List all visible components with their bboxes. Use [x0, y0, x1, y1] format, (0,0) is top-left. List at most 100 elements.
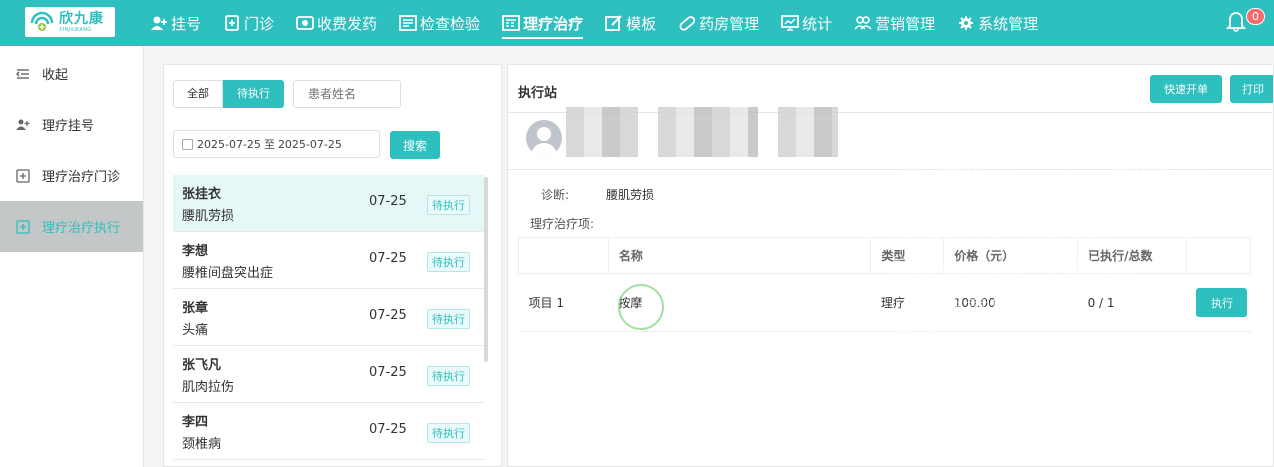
- nav-label: 理疗治疗: [523, 14, 584, 33]
- nav-item-pharmacy[interactable]: 药房管理: [678, 0, 759, 46]
- nav-item-physio[interactable]: 理疗治疗: [502, 0, 584, 46]
- patient-date: 07-25: [369, 365, 407, 380]
- patient-list: 张挂衣 腰肌劳损 07-25 待执行 李想 腰椎间盘突出症 07-25 待执行 …: [173, 175, 484, 465]
- main-nav: 挂号 门诊 收费发药 检查检验 理疗治疗 模板 药房管理 统计 营销管理 系统管…: [150, 0, 1060, 46]
- status-badge: 待执行: [427, 366, 470, 386]
- cell-price: 100.00: [943, 273, 1078, 332]
- cell-action: 执行: [1186, 273, 1251, 332]
- filter-all-button[interactable]: 全部: [173, 80, 223, 108]
- bell-icon[interactable]: [1226, 10, 1246, 32]
- edit-icon: [605, 15, 622, 31]
- status-badge: 待执行: [427, 423, 470, 443]
- diagnosis-label: 诊断:: [541, 188, 570, 202]
- cell-index: 项目 1: [518, 273, 609, 332]
- redacted-patient-info: [658, 107, 758, 157]
- redacted-patient-name: [566, 107, 638, 157]
- list-item[interactable]: 张飞凡 肌肉拉伤 07-25 待执行: [173, 346, 484, 403]
- nav-item-marketing[interactable]: 营销管理: [854, 0, 935, 46]
- list-item[interactable]: 张挂衣 腰肌劳损 07-25 待执行: [173, 175, 484, 232]
- nav-item-charge[interactable]: 收费发药: [296, 0, 377, 46]
- app-logo[interactable]: 欣九康 XINJIUKANG: [25, 7, 115, 37]
- nav-item-stats[interactable]: 统计: [781, 0, 832, 46]
- brand-name: 欣九康: [59, 10, 104, 27]
- status-badge: 待执行: [427, 309, 470, 329]
- patient-diagnosis: 腰椎间盘突出症: [182, 266, 274, 281]
- sidebar-item-collapse[interactable]: 收起: [0, 48, 143, 99]
- patient-diagnosis: 颈椎病: [182, 437, 222, 452]
- nav-item-template[interactable]: 模板: [605, 0, 656, 46]
- col-price: 价格（元）: [943, 237, 1079, 274]
- sidebar-item-physio-execute[interactable]: 理疗治疗执行: [0, 201, 143, 252]
- execute-button[interactable]: 执行: [1196, 288, 1248, 317]
- patient-date: 07-25: [369, 422, 407, 437]
- nav-label: 门诊: [244, 14, 275, 33]
- nav-item-outpatient[interactable]: 门诊: [223, 0, 274, 46]
- list-item[interactable]: 张章 头痛 07-25 待执行: [173, 289, 484, 346]
- report-icon: [399, 15, 417, 31]
- patient-name: 张挂衣: [182, 187, 222, 202]
- patient-name: 李想: [182, 244, 209, 259]
- col-index: [518, 237, 609, 274]
- patient-date: 07-25: [369, 308, 407, 323]
- date-range-picker[interactable]: 2025-07-25 至 2025-07-25: [173, 130, 380, 158]
- status-badge: 待执行: [427, 252, 470, 272]
- divider: [508, 169, 1273, 170]
- redacted-patient-extra: [778, 107, 838, 157]
- avatar: [526, 120, 562, 156]
- date-to: 2025-07-25: [277, 137, 342, 151]
- top-navbar: 欣九康 XINJIUKANG 挂号 门诊 收费发药 检查检验 理疗治疗 模板 药…: [0, 0, 1274, 46]
- add-user-icon: [151, 16, 167, 30]
- filter-pending-button[interactable]: 待执行: [223, 80, 284, 108]
- nav-item-exam[interactable]: 检查检验: [399, 0, 480, 46]
- print-button[interactable]: 打印: [1230, 75, 1273, 103]
- nav-label: 药房管理: [699, 14, 760, 33]
- list-item[interactable]: 李四 颈椎病 07-25 待执行: [173, 403, 484, 460]
- patient-list-panel: 全部 待执行 2025-07-25 至 2025-07-25 搜索 张挂衣 腰肌…: [163, 64, 502, 467]
- plus-doc-icon: [225, 15, 239, 31]
- cell-type: 理疗: [870, 273, 944, 332]
- sidebar-item-label: 理疗治疗执行: [42, 221, 121, 236]
- col-type: 类型: [870, 237, 945, 274]
- execution-panel: 执行站 快速开单 打印 诊断: 腰肌劳损 理疗治疗项: 名称 类型 价格（元） …: [507, 64, 1274, 467]
- nav-label: 营销管理: [875, 14, 936, 33]
- patient-date: 07-25: [369, 194, 407, 209]
- panel-title: 执行站: [518, 86, 558, 101]
- date-separator: 至: [263, 138, 275, 151]
- diagnosis-value: 腰肌劳损: [606, 188, 655, 202]
- calculator-icon: [502, 15, 520, 31]
- patient-diagnosis: 腰肌劳损: [182, 209, 235, 224]
- patient-name-input[interactable]: [293, 80, 401, 108]
- cash-icon: [296, 16, 314, 30]
- cell-progress: 0 / 1: [1077, 273, 1187, 332]
- users-icon: [854, 16, 872, 30]
- col-action: [1185, 237, 1252, 274]
- nav-item-system[interactable]: 系统管理: [957, 0, 1038, 46]
- stamp-icon: [618, 284, 664, 330]
- plus-box-icon: [16, 219, 30, 234]
- status-filter: 全部 待执行: [173, 80, 284, 108]
- sidebar-item-physio-register[interactable]: 理疗挂号: [0, 99, 143, 150]
- date-from: 2025-07-25: [197, 137, 261, 151]
- nav-label: 挂号: [171, 14, 202, 33]
- patient-diagnosis: 头痛: [182, 323, 209, 338]
- nav-label: 模板: [626, 14, 657, 33]
- patient-diagnosis: 肌肉拉伤: [182, 380, 235, 395]
- list-item[interactable]: 李想 腰椎间盘突出症 07-25 待执行: [173, 232, 484, 289]
- collapse-icon: [16, 68, 29, 79]
- status-badge: 待执行: [427, 195, 470, 215]
- sidebar-item-physio-outpatient[interactable]: 理疗治疗门诊: [0, 150, 143, 201]
- quick-order-button[interactable]: 快速开单: [1150, 75, 1222, 103]
- table-header-row: 名称 类型 价格（元） 已执行/总数: [518, 237, 1252, 274]
- col-progress: 已执行/总数: [1077, 237, 1187, 274]
- nav-item-register[interactable]: 挂号: [150, 0, 201, 46]
- list-scrollbar[interactable]: [484, 177, 488, 362]
- search-button[interactable]: 搜索: [390, 131, 440, 159]
- add-user-icon: [16, 119, 30, 130]
- notification-badge: 0: [1246, 8, 1265, 25]
- patient-name: 张飞凡: [182, 358, 222, 373]
- patient-name: 李四: [182, 415, 209, 430]
- col-name: 名称: [607, 237, 872, 274]
- plus-box-icon: [16, 168, 30, 183]
- nav-label: 检查检验: [420, 14, 481, 33]
- sidebar-item-label: 理疗挂号: [42, 119, 95, 134]
